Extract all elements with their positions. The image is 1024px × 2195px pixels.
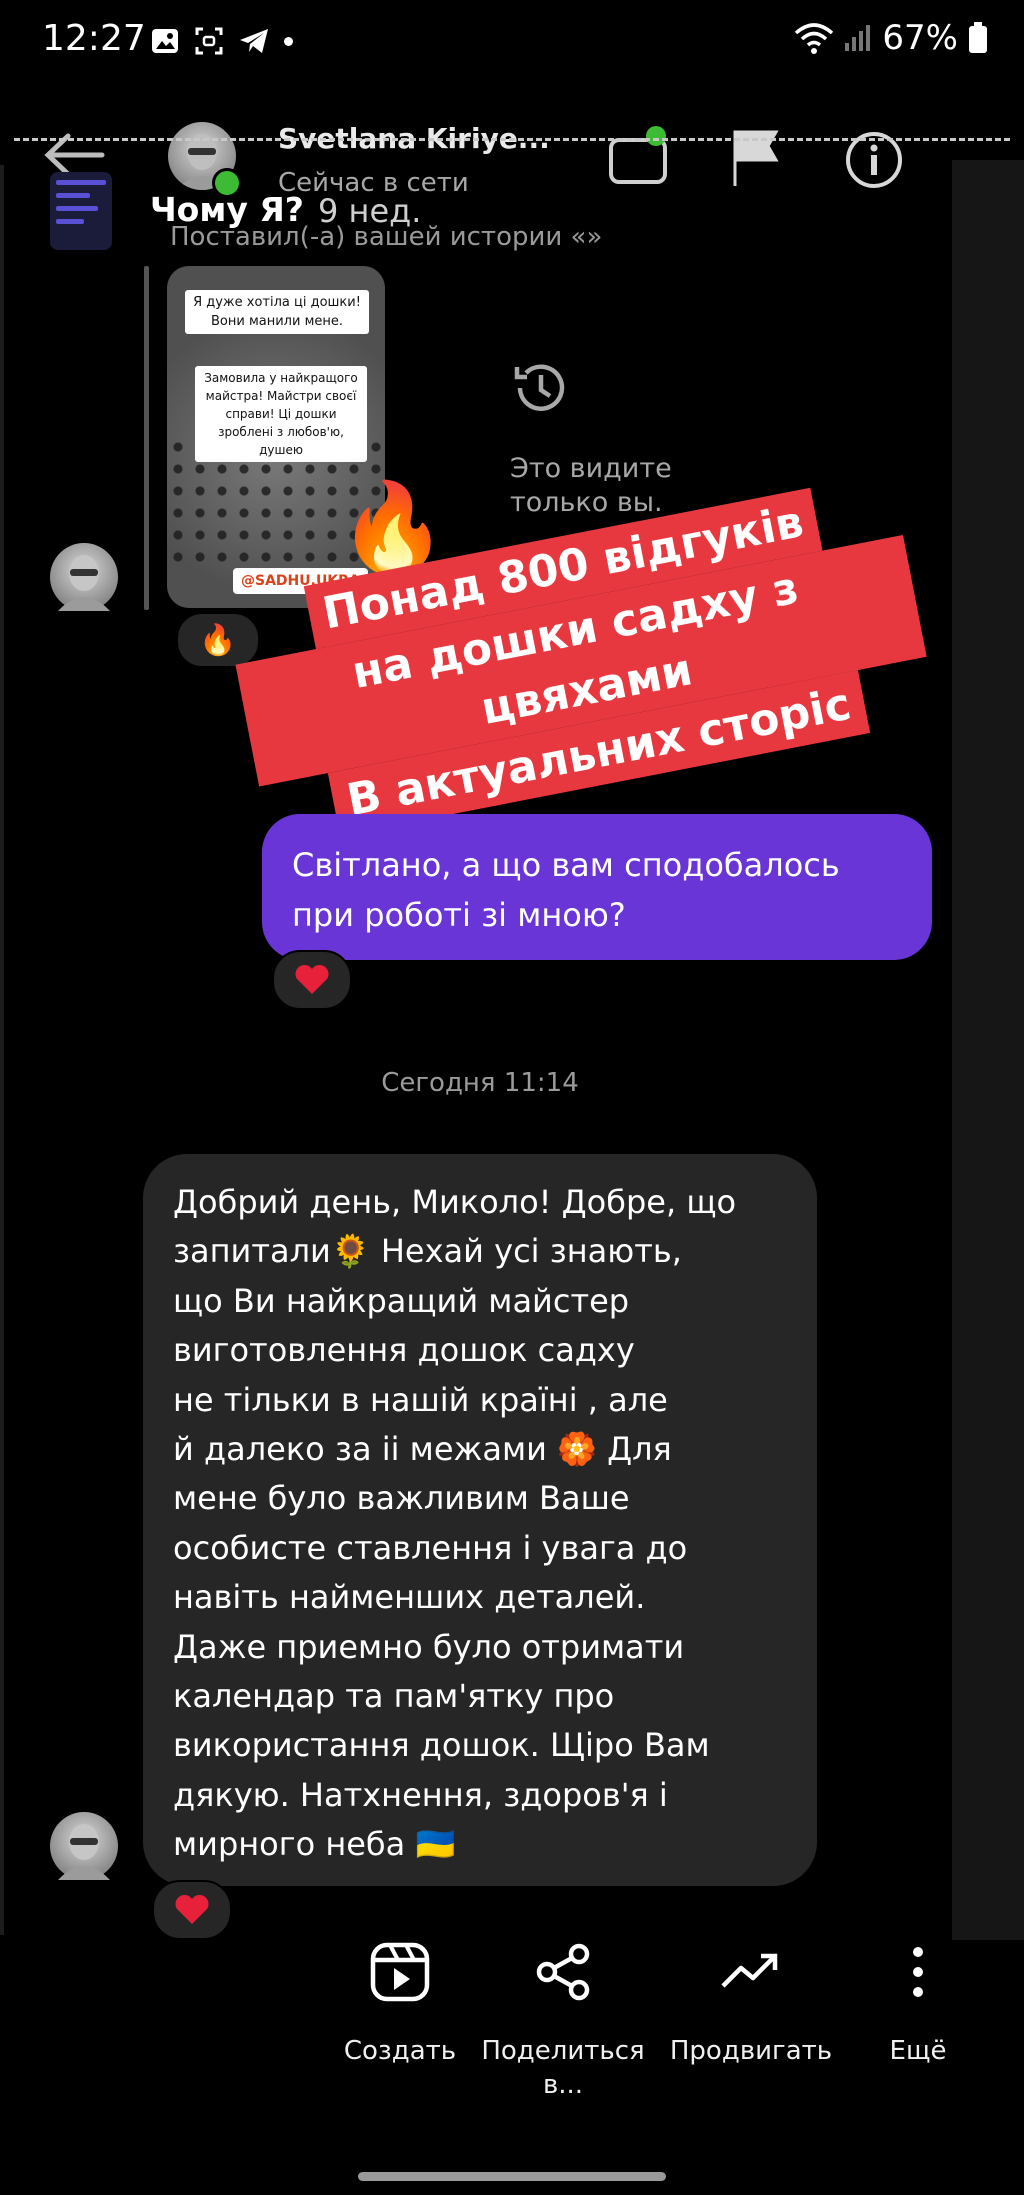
highlight-thumbnail[interactable] — [50, 172, 112, 250]
notification-dot-icon — [284, 36, 293, 46]
incoming-message[interactable]: Добрий день, Миколо! Добре, що запитали🌻… — [143, 1154, 817, 1886]
video-call-badge — [646, 126, 666, 146]
signal-icon — [845, 25, 871, 51]
story-reply-line — [144, 266, 149, 610]
highlight-thumb-bar — [56, 193, 90, 198]
reel-icon — [370, 1942, 430, 2002]
highlight-thumb-bar — [56, 219, 84, 224]
heart-icon — [175, 1894, 209, 1924]
sender-avatar[interactable] — [50, 1812, 118, 1880]
home-indicator[interactable] — [358, 2172, 666, 2181]
status-time: 12:27 — [42, 18, 146, 59]
action-label: Продвигать — [669, 2036, 833, 2066]
sender-avatar[interactable] — [50, 543, 118, 611]
action-label: Ещё — [889, 2036, 947, 2066]
screenshot-icon — [195, 27, 223, 55]
gallery-icon — [152, 29, 178, 53]
sender-avatar-photo — [58, 1824, 110, 1880]
highlight-thumb-bar — [56, 206, 98, 211]
status-notification-icons — [150, 26, 293, 56]
incoming-reaction-heart[interactable] — [152, 1880, 232, 1940]
date-separator: Сегодня 11:14 — [381, 1068, 579, 1098]
action-promote[interactable]: Продвигать — [666, 1936, 836, 2068]
history-icon — [514, 364, 565, 411]
chat-scroll-edge — [952, 160, 1024, 1940]
outgoing-reaction-heart[interactable] — [272, 950, 352, 1010]
story-reply-caption: Поставил(-а) вашей истории «» — [170, 222, 603, 252]
highlight-thumb-bar — [56, 180, 106, 185]
story-card-text: Я дуже хотіла ці дошки! Вони манили мене… — [185, 290, 369, 334]
action-label: Поделиться в... — [481, 2036, 645, 2100]
action-more[interactable]: Ещё — [870, 1936, 966, 2068]
flag-icon[interactable] — [730, 128, 782, 188]
battery-icon — [969, 22, 987, 53]
action-label: Создать — [343, 2036, 457, 2066]
share-icon — [536, 1943, 590, 2001]
action-share[interactable]: Поделиться в... — [474, 1936, 652, 2102]
heart-icon — [295, 964, 329, 994]
status-right: 67% — [794, 18, 988, 58]
more-icon — [913, 1947, 923, 1997]
wifi-icon — [795, 23, 834, 54]
action-create[interactable]: Создать — [330, 1936, 470, 2068]
story-card-text: Замовила у найкращого майстра! Майстри с… — [195, 366, 367, 462]
outgoing-message[interactable]: Світлано, а що вам сподобалось при робот… — [262, 814, 932, 960]
battery-percent: 67% — [882, 18, 958, 58]
only-you-see-note: Это видите только вы. — [510, 453, 672, 518]
dashed-divider — [14, 138, 1010, 141]
telegram-icon — [240, 29, 268, 53]
sender-avatar-photo — [58, 555, 110, 611]
trend-icon — [721, 1953, 778, 1988]
chat-left-edge — [0, 165, 4, 1935]
